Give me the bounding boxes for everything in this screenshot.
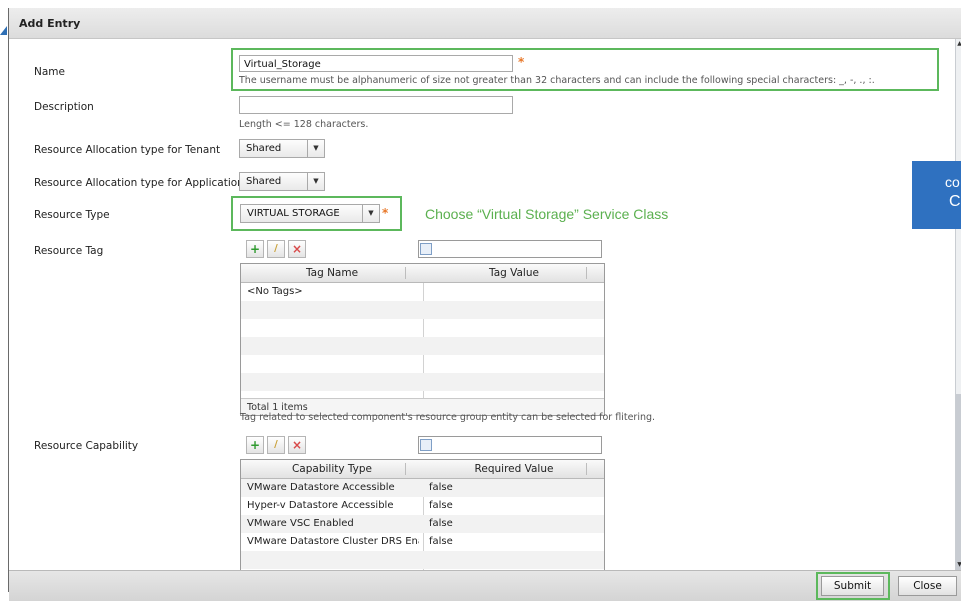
required-value-cell: false — [429, 518, 453, 529]
scroll-down-icon[interactable]: ▼ — [956, 560, 961, 570]
callout-box: co C — [912, 161, 961, 229]
delete-icon[interactable]: × — [288, 436, 306, 454]
resource-capability-toolbar: + / × — [246, 436, 606, 458]
dialog-titlebar: Add Entry — [9, 8, 961, 39]
description-label: Description — [34, 101, 94, 113]
table-row-empty — [241, 355, 604, 373]
column-header-required-value[interactable]: Required Value — [424, 460, 604, 478]
resource-tag-toolbar: + / × — [246, 240, 606, 262]
required-value-cell: false — [429, 536, 453, 547]
resource-tag-hint: Tag related to selected component's reso… — [240, 412, 656, 423]
search-icon — [420, 243, 432, 255]
table-row[interactable]: VMware Datastore Accessible false — [241, 479, 604, 497]
add-entry-dialog: Add Entry Name Virtual_Storage * The use… — [8, 8, 961, 601]
description-input[interactable] — [239, 96, 513, 114]
callout-text-line1: co — [945, 174, 960, 190]
table-row[interactable]: VMware Datastore Cluster DRS Ena false — [241, 533, 604, 551]
add-icon[interactable]: + — [246, 436, 264, 454]
resource-capability-table: Capability Type Required Value VMware Da… — [240, 459, 605, 570]
resource-capability-filter-input[interactable] — [418, 436, 602, 454]
table-row-empty — [241, 319, 604, 337]
column-resizer — [405, 267, 406, 279]
dialog-title: Add Entry — [19, 17, 81, 30]
resource-type-label: Resource Type — [34, 209, 110, 221]
resource-tag-label: Resource Tag — [34, 245, 104, 257]
capability-type-cell: VMware Datastore Accessible — [247, 482, 395, 493]
application-allocation-value: Shared — [246, 176, 282, 187]
column-resizer — [586, 267, 587, 279]
resource-type-highlight-box — [231, 196, 402, 231]
description-hint: Length <= 128 characters. — [239, 119, 369, 130]
table-header: Capability Type Required Value — [241, 460, 604, 479]
resource-tag-filter-input[interactable] — [418, 240, 602, 258]
column-resizer — [586, 463, 587, 475]
table-row-empty — [241, 337, 604, 355]
application-allocation-label: Resource Allocation type for Application — [34, 177, 244, 189]
chevron-down-icon[interactable]: ▼ — [307, 173, 324, 190]
name-label: Name — [34, 66, 65, 78]
tenant-allocation-label: Resource Allocation type for Tenant — [34, 144, 221, 156]
capability-type-cell: VMware Datastore Cluster DRS Ena — [247, 536, 419, 547]
edit-icon[interactable]: / — [267, 436, 285, 454]
callout-text-line2: C — [949, 193, 961, 210]
tenant-allocation-select[interactable]: Shared ▼ — [239, 139, 325, 158]
annotation-text: Choose “Virtual Storage” Service Class — [425, 206, 669, 222]
scrollbar-thumb[interactable] — [956, 394, 961, 574]
table-row[interactable]: <No Tags> — [241, 283, 604, 301]
column-header-tag-name[interactable]: Tag Name — [241, 264, 423, 282]
delete-icon[interactable]: × — [288, 240, 306, 258]
dialog-scrollbar[interactable]: ▲ ▼ — [955, 39, 961, 574]
application-allocation-select[interactable]: Shared ▼ — [239, 172, 325, 191]
table-row-empty — [241, 551, 604, 569]
dialog-footer: Submit Close — [9, 570, 961, 601]
search-icon — [420, 439, 432, 451]
chevron-down-icon[interactable]: ▼ — [307, 140, 324, 157]
column-header-tag-value[interactable]: Tag Value — [424, 264, 604, 282]
tag-name-cell: <No Tags> — [247, 286, 303, 297]
tenant-allocation-value: Shared — [246, 143, 282, 154]
pointer-arrow — [0, 26, 7, 35]
required-value-cell: false — [429, 500, 453, 511]
resource-capability-label: Resource Capability — [34, 440, 139, 452]
table-row[interactable]: Hyper-v Datastore Accessible false — [241, 497, 604, 515]
capability-type-cell: Hyper-v Datastore Accessible — [247, 500, 394, 511]
add-icon[interactable]: + — [246, 240, 264, 258]
scroll-up-icon[interactable]: ▲ — [956, 39, 961, 49]
submit-highlight-box — [816, 572, 890, 600]
table-header: Tag Name Tag Value — [241, 264, 604, 283]
capability-type-cell: VMware VSC Enabled — [247, 518, 354, 529]
table-row[interactable]: VMware VSC Enabled false — [241, 515, 604, 533]
required-value-cell: false — [429, 482, 453, 493]
resource-tag-table: Tag Name Tag Value <No Tags> Total 1 ite… — [240, 263, 605, 416]
name-highlight-box — [231, 48, 939, 91]
column-header-capability-type[interactable]: Capability Type — [241, 460, 423, 478]
table-row-empty — [241, 301, 604, 319]
edit-icon[interactable]: / — [267, 240, 285, 258]
column-resizer — [405, 463, 406, 475]
table-row-empty — [241, 373, 604, 391]
close-button[interactable]: Close — [898, 576, 957, 596]
